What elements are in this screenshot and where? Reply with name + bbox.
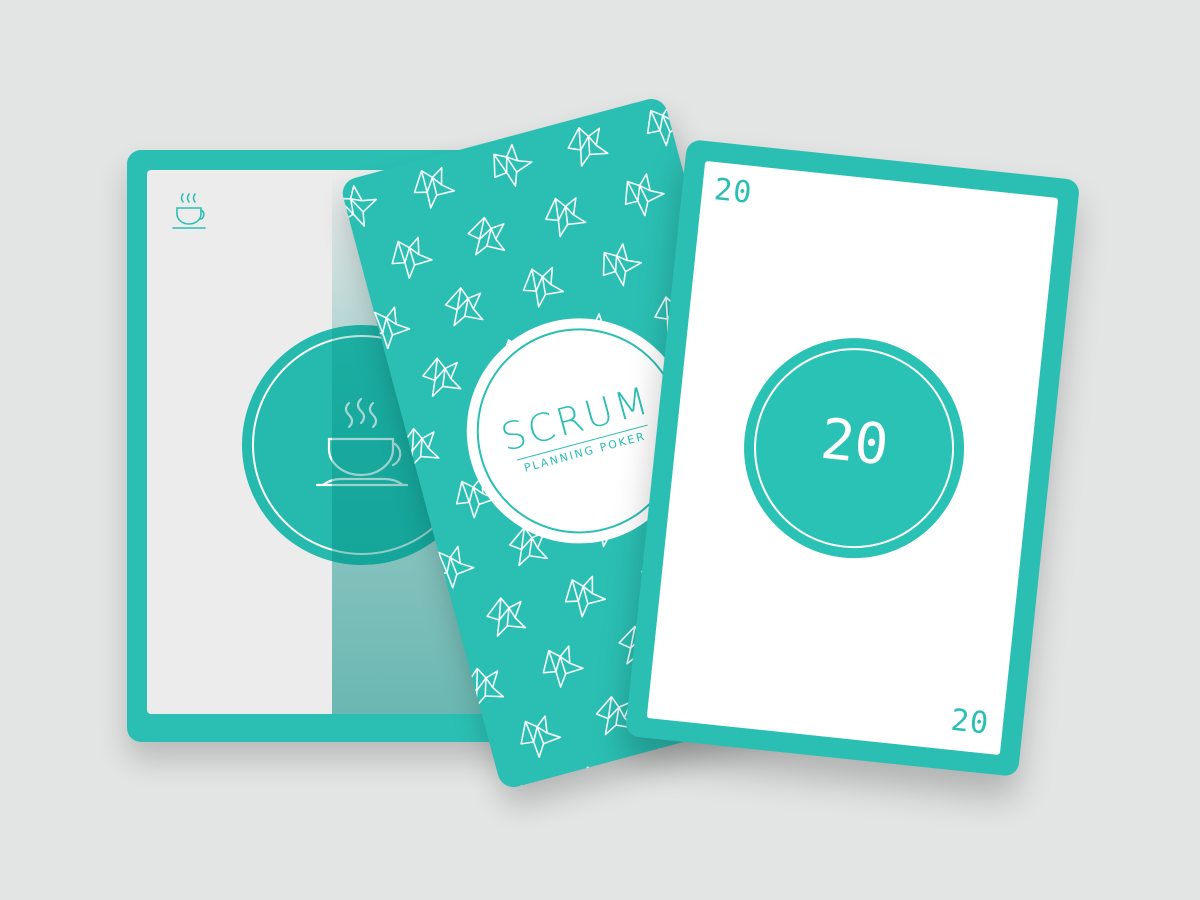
origami-crane-icon bbox=[517, 261, 567, 311]
origami-crane-icon bbox=[421, 357, 463, 398]
card-value-top-left: 20 bbox=[712, 172, 755, 211]
origami-crane-icon bbox=[489, 779, 543, 791]
card-value-bottom-right: 20 bbox=[949, 702, 991, 742]
origami-crane-icon bbox=[482, 138, 538, 194]
origami-crane-icon bbox=[564, 122, 610, 169]
origami-crane-icon bbox=[535, 640, 588, 692]
origami-crane-icon bbox=[614, 167, 670, 222]
number-circle: 20 bbox=[733, 327, 975, 570]
origami-crane-icon bbox=[486, 596, 527, 638]
origami-crane-icon bbox=[512, 709, 565, 763]
origami-crane-icon bbox=[540, 192, 589, 240]
number-card-face: 20 20 20 bbox=[646, 160, 1059, 756]
origami-crane-icon bbox=[465, 215, 509, 259]
number-card: 20 20 20 bbox=[624, 138, 1081, 778]
origami-crane-icon bbox=[443, 286, 486, 329]
origami-crane-icon bbox=[592, 237, 647, 293]
coffee-cup-icon bbox=[172, 193, 206, 229]
origami-crane-icon bbox=[558, 570, 610, 622]
origami-crane-icon bbox=[645, 739, 696, 791]
origami-crane-icon bbox=[384, 231, 436, 283]
origami-crane-icon bbox=[637, 97, 692, 152]
card-scene: SCRUM PLANNING POKER 20 20 20 bbox=[0, 0, 1200, 900]
origami-crane-icon bbox=[407, 161, 458, 213]
origami-crane-icon bbox=[573, 766, 613, 791]
